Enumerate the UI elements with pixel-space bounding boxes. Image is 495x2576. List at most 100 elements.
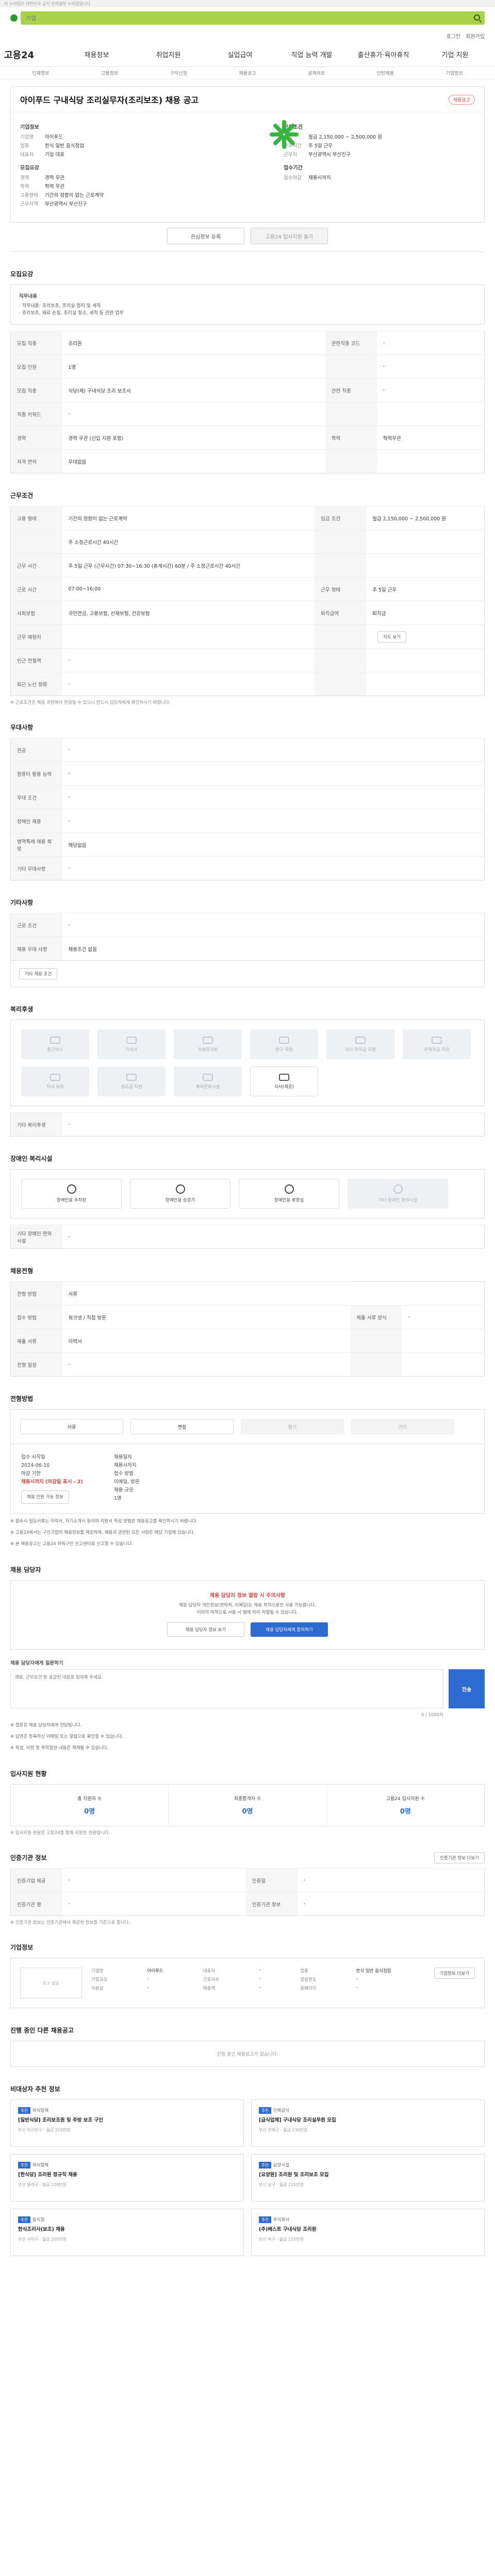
kv-row: 업종 한식 일반 음식점업 (20, 142, 211, 150)
table-header-cell: 모집 직종 (10, 331, 62, 355)
recruit-label: 모집요강 (20, 165, 39, 171)
kv-key: 접수마감 (284, 175, 302, 181)
table-cell: 해당없음 (62, 833, 485, 857)
recommend-meta: 부산 동래구 · 월급 220만원 (18, 2182, 67, 2187)
logo-icon[interactable] (10, 14, 18, 22)
recommend-title[interactable]: [급식업체] 구내식당 조리실무원 모집 (259, 2117, 477, 2124)
section-title-disability: 장애인 복리시설 (10, 1155, 53, 1162)
inquiry-textarea[interactable] (10, 1669, 443, 1708)
login-link[interactable]: 로그인 (447, 32, 461, 40)
table-cell: 퇴직금 (366, 601, 485, 625)
table-cell: - (62, 1112, 485, 1137)
recommend-card[interactable]: 추천 외식업체 [일반식당] 조리보조원 및 주방 보조 구인 부산 부산진구 · 월… (10, 2099, 244, 2147)
company-info-key: 업종 (300, 1969, 308, 1974)
welfare-icon (203, 1073, 213, 1081)
map-button[interactable]: 지도 보기 (377, 631, 407, 642)
table-row: 우대 조건 - (10, 785, 485, 809)
recommend-title[interactable]: (주)베스트 구내식당 조리원 (259, 2226, 477, 2233)
gnb-item[interactable]: 기업 지원 (419, 49, 491, 59)
sub-nav-item[interactable]: 고용정보 (75, 70, 144, 76)
recommend-title[interactable]: [요양원] 조리원 및 조리보조 모집 (259, 2172, 477, 2179)
table-cell: - (62, 738, 485, 762)
welfare-icon (279, 1073, 289, 1081)
company-info-value: - (147, 1985, 149, 1990)
gnb-item[interactable]: 출산휴가·육아휴직 (348, 49, 419, 59)
kv-row: 접수마감 채용시까지 (284, 174, 475, 182)
disability-item: 장애인용 승강기 (130, 1179, 230, 1209)
table-header-cell: 학력 (325, 426, 377, 450)
recommend-title[interactable]: [한식당] 조리원 정규직 채용 (18, 2172, 236, 2179)
table-header-cell: 사회보험 (10, 601, 62, 625)
search-icon[interactable] (474, 14, 480, 21)
table-row: 기타 장애인 편의시설 - (10, 1225, 485, 1249)
brand-logo[interactable]: 고용24 (4, 48, 61, 61)
table-header-cell: 근무 예정지 (10, 624, 62, 649)
kv-value: 부산광역시 부산진구 (308, 152, 351, 158)
search-row (0, 7, 495, 29)
status-count: 0명 (242, 1808, 253, 1816)
detail-header: 인증기관 정보 인증기관 정보 더보기 (10, 1836, 485, 1868)
ask-contact-button[interactable]: 채용 담당자에게 문의하기 (251, 1622, 328, 1637)
join-link[interactable]: 회원가입 (466, 32, 485, 40)
recommend-card[interactable]: 추천 단체급식 [급식업체] 구내식당 조리실무원 모집 부산 연제구 · 월급 23… (251, 2099, 485, 2147)
kv-row: 근무시간 주 5일 근무 (284, 142, 475, 150)
duty-label: 직무내용 (19, 294, 37, 299)
sub-nav-item[interactable]: 공채속보 (282, 70, 351, 76)
inquiry-row: 전송 (10, 1669, 485, 1708)
section-title-contact: 채용 담당자 (10, 1566, 41, 1573)
table-header-cell: 근무 시간 (10, 553, 62, 578)
gnb-item[interactable]: 취업지원 (133, 49, 204, 59)
table-cell: - (297, 1892, 485, 1916)
gnb-item[interactable]: 채용정보 (61, 49, 133, 59)
end-label: 마감 기한 (21, 1471, 41, 1477)
kv-value: 채용시까지 (308, 175, 331, 181)
gov-notice-text: 이 누리집은 대한민국 공식 전자정부 누리집입니다. (4, 2, 92, 6)
send-button[interactable]: 전송 (449, 1669, 485, 1708)
recommend-card[interactable]: 추천 요양시설 [요양원] 조리원 및 조리보조 모집 부산 남구 · 월급 215만… (251, 2154, 485, 2201)
company-more-button[interactable]: 기업정보 더보기 (434, 1968, 475, 1979)
other-check[interactable]: 기타 채용 조건 (19, 968, 58, 979)
recommend-card[interactable]: 추천 음식점 한식조리사(보조) 채용 부산 사하구 · 월급 205만원 (10, 2209, 244, 2256)
welfare-icon (203, 1036, 213, 1044)
table-cell: - (297, 1868, 485, 1892)
sub-nav-item[interactable]: 채용공고 (213, 70, 282, 76)
table-cell: 기간의 정함이 없는 근로계약 (62, 506, 315, 530)
welfare-item: 체육문화시설 (174, 1066, 242, 1096)
method-value: 이메일, 방문 (113, 1479, 140, 1485)
search-input[interactable] (21, 11, 485, 25)
table-header-cell (325, 449, 377, 473)
table-cell: 우대없음 (62, 449, 325, 473)
apply-button[interactable]: 고용24 입사지원 불가 (251, 228, 328, 244)
sub-nav-item[interactable]: 기업정보 (420, 70, 489, 76)
company-logo: 로고 없음 (20, 1968, 82, 1998)
period-label: 접수기간 (284, 165, 303, 171)
table-row: 근무 예정지 지도 보기 (10, 624, 485, 649)
table-row: 전형 일정 - (10, 1352, 485, 1377)
gnb-item[interactable]: 직업 능력 개발 (276, 49, 348, 59)
table-header-cell: 전형 방법 (10, 1281, 62, 1306)
section-title-ongoing: 진행 중인 다른 채용공고 (10, 2027, 74, 2034)
recommend-title[interactable]: [일반식당] 조리보조원 및 주방 보조 구인 (18, 2117, 236, 2124)
recommend-tag: 추천 (259, 2216, 271, 2223)
welfare-item: 자녀 보육 (21, 1066, 89, 1096)
sub-nav-item[interactable]: 인재정보 (6, 70, 75, 76)
welfare-label: 통근버스 (47, 1047, 63, 1053)
table-row: 인근 전철역 - (10, 648, 485, 672)
sub-nav-item[interactable]: 인턴채용 (351, 70, 420, 76)
scrap-button[interactable]: 관심정보 등록 (167, 228, 244, 244)
gnb-item[interactable]: 실업급여 (204, 49, 276, 59)
recommend-card[interactable]: 추천 외식업체 [한식당] 조리원 정규직 채용 부산 동래구 · 월급 220만원 (10, 2154, 244, 2201)
sub-nav-item[interactable]: 구직신청 (144, 70, 213, 76)
recommend-card[interactable]: 추천 주식회사 (주)베스트 구내식당 조리원 부산 북구 · 월급 225만원 (251, 2209, 485, 2256)
table-cell: 이력서 (62, 1329, 351, 1353)
dday-label: 채용일자 (113, 1454, 132, 1460)
kv-value: 주 5일 근무 (308, 143, 333, 149)
deadline-button[interactable]: 채용 인원 가능 정보 (21, 1490, 69, 1504)
recommend-tag: 추천 (259, 2107, 271, 2114)
recommend-title[interactable]: 한식조리사(보조) 채용 (18, 2226, 236, 2233)
table-header-cell: 기타 장애인 편의시설 (10, 1225, 62, 1249)
recommend-meta: 부산 남구 · 월급 215만원 (259, 2182, 304, 2187)
detail-more-button[interactable]: 인증기관 정보 더보기 (434, 1852, 485, 1863)
view-contact-button[interactable]: 채용 담당자 정보 보기 (167, 1622, 244, 1637)
table-cell: - (62, 672, 315, 696)
